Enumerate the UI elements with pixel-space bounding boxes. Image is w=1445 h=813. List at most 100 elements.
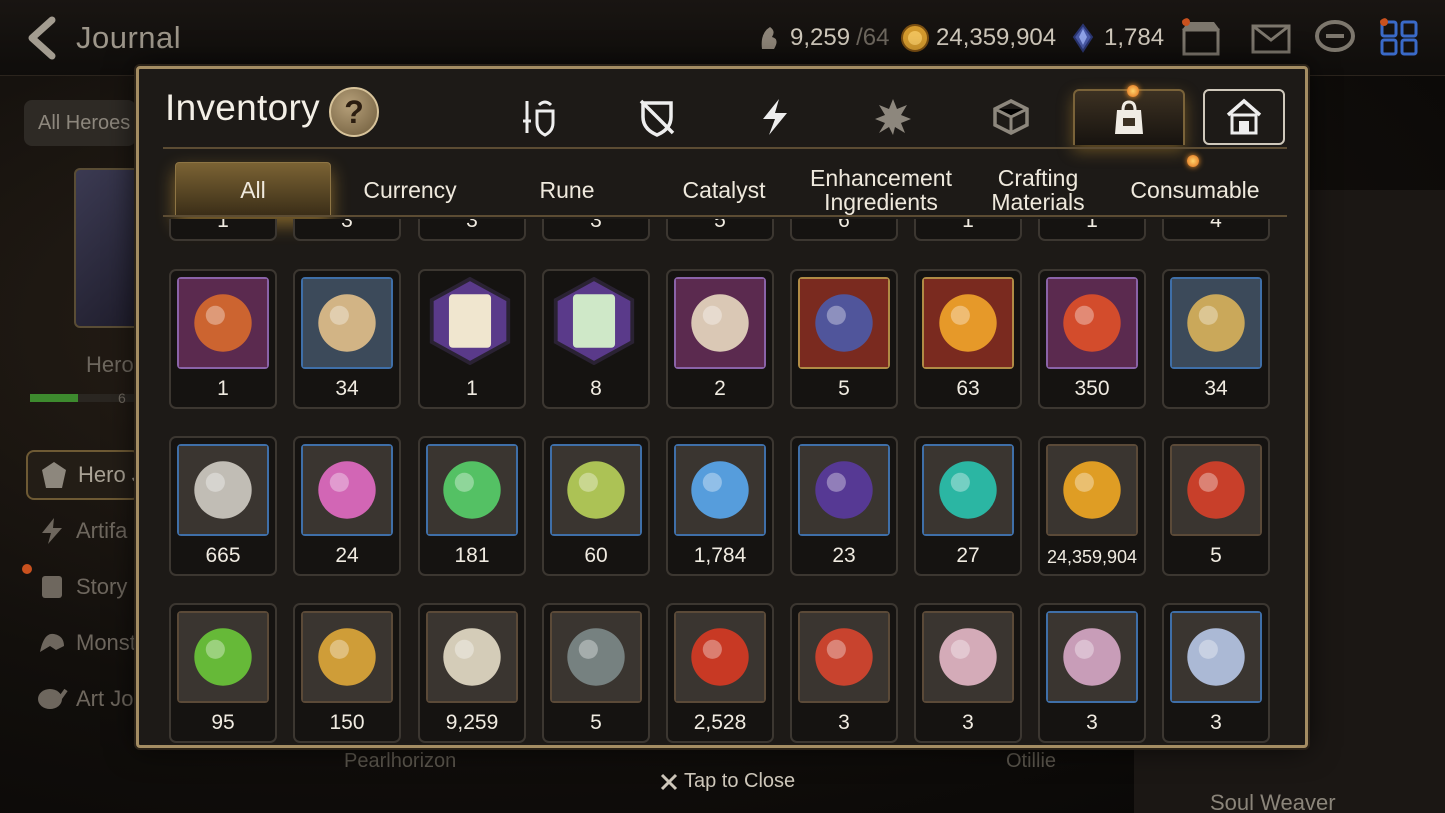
item-count: 1,784 [693,544,747,567]
sidebar-item-story[interactable]: Story [26,562,140,612]
help-button[interactable]: ? [329,87,379,137]
item-slot[interactable]: 1 [418,269,526,409]
item-slot[interactable]: 27 [914,436,1022,576]
gold-icon [901,24,929,52]
artifact-icon [42,518,62,544]
soul-weaver-label: Soul Weaver [1210,790,1336,813]
item-slot[interactable]: 3 [542,219,650,241]
artifact-burst-icon [875,99,911,135]
ember-band-icon [1046,277,1138,369]
sidebar-item-artifact[interactable]: Artifa [26,506,140,556]
item-slot[interactable]: 5 [1162,436,1270,576]
item-slot[interactable]: 60 [542,436,650,576]
sidebar-item-art-journal[interactable]: Art Jo [26,674,140,724]
tap-to-close[interactable]: Tap to Close [660,770,795,793]
category-artifact[interactable] [719,89,831,145]
item-slot[interactable]: 1 [169,219,277,241]
item-slot[interactable]: 150 [293,603,401,743]
category-armor[interactable] [601,89,713,145]
storage-house-icon [1226,98,1262,135]
item-slot[interactable]: 24,359,904 [1038,436,1146,576]
tab-enhancement-ingredients[interactable]: Enhancement Ingredients [803,162,959,217]
tab-consumable[interactable]: Consumable [1117,162,1273,217]
sidebar-item-monster[interactable]: Monst [26,618,140,668]
shield-icon [639,99,675,137]
category-bag[interactable] [1073,85,1185,145]
stamina-counter[interactable]: 9,259 /64 [754,22,889,54]
item-count: 8 [590,377,602,400]
shop-icon[interactable] [1180,18,1222,58]
frame-corner [1292,69,1305,82]
item-slot[interactable]: 95 [169,603,277,743]
item-slot[interactable]: 1 [169,269,277,409]
tab-rune[interactable]: Rune [489,162,645,217]
item-slot[interactable]: 3 [914,603,1022,743]
crystal-counter[interactable]: 1,784 [1068,22,1164,54]
tab-crafting-materials[interactable]: Crafting Materials [960,162,1116,217]
item-slot[interactable]: 63 [914,269,1022,409]
crystal-icon [1072,23,1094,53]
back-arrow-icon[interactable] [22,16,62,60]
item-slot[interactable]: 3 [1162,603,1270,743]
item-slot[interactable]: 5 [790,269,898,409]
teal-crystal-icon [924,446,1012,534]
equipment-icon [523,100,555,137]
category-material[interactable] [955,89,1067,145]
item-count: 60 [584,544,608,567]
category-storage[interactable] [1203,89,1285,145]
chat-icon[interactable] [1314,18,1356,58]
sidebar-item-label: Art Jo [76,686,134,711]
tab-catalyst[interactable]: Catalyst [646,162,802,217]
item-count: 3 [466,219,478,232]
item-slot[interactable]: 3 [293,219,401,241]
robot-pet-icon [924,613,1012,701]
category-equipment[interactable] [483,89,595,145]
gold-coin-icon [1048,446,1136,534]
game-screen: Journal 9,259 /64 24,359,904 1,784 All H… [0,0,1445,813]
item-slot[interactable]: 8 [542,269,650,409]
item-slot[interactable]: 6 [790,219,898,241]
item-slot[interactable]: 5 [666,219,774,241]
item-slot[interactable]: 665 [169,436,277,576]
red-badge-icon [798,611,890,703]
category-catalyst[interactable] [837,89,949,145]
hero-name-pearlhorizon: Pearlhorizon [344,750,457,772]
item-count: 24 [335,544,359,567]
item-slot[interactable]: 3 [418,219,526,241]
green-heart-icon [177,611,269,703]
item-count: 3 [962,711,974,734]
treasure-chest-icon [1172,613,1260,701]
inventory-grid: 1 3 3 3 5 6 1 1 4 1 34 1 8 2 5 63 350 34 665 24 181 60 1,784 23… [165,219,1289,745]
item-slot[interactable]: 2,528 [666,603,774,743]
tab-currency[interactable]: Currency [332,162,488,217]
item-slot[interactable]: 2 [666,269,774,409]
item-slot[interactable]: 9,259 [418,603,526,743]
gold-counter[interactable]: 24,359,904 [900,22,1056,54]
item-slot[interactable]: 34 [1162,269,1270,409]
item-slot[interactable]: 3 [790,603,898,743]
item-slot[interactable]: 1,784 [666,436,774,576]
item-slot[interactable]: 34 [293,269,401,409]
mail-icon[interactable] [1250,18,1292,58]
all-heroes-filter[interactable]: All Heroes [24,100,136,146]
item-count: 5 [590,711,602,734]
item-slot[interactable]: 24 [293,436,401,576]
silver-coin-icon [179,446,267,534]
item-slot[interactable]: 181 [418,436,526,576]
item-slot[interactable]: 350 [1038,269,1146,409]
fist-emblem-icon [301,611,393,703]
item-count: 1 [217,377,229,400]
hero-progress-number: 6 [118,390,126,406]
card-ticket-icon [552,446,640,534]
robot-pet-icon [922,611,1014,703]
item-slot[interactable]: 4 [1162,219,1270,241]
item-slot[interactable]: 1 [914,219,1022,241]
menu-grid-icon[interactable] [1378,18,1420,58]
item-slot[interactable]: 3 [1038,603,1146,743]
item-slot[interactable]: 5 [542,603,650,743]
item-slot[interactable]: 23 [790,436,898,576]
sidebar-item-hero-journal[interactable]: Hero J [26,450,140,500]
tab-all[interactable]: All [175,162,331,217]
pet-pack-icon [426,276,518,369]
item-slot[interactable]: 1 [1038,219,1146,241]
